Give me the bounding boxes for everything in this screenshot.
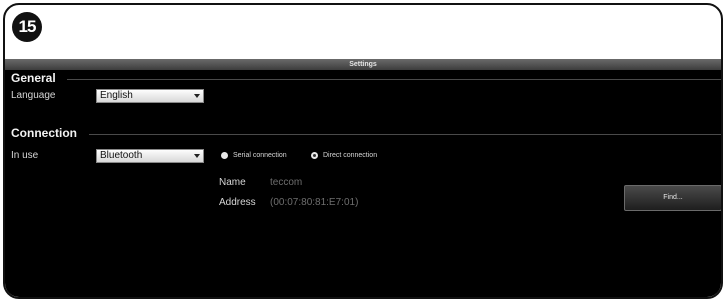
in-use-label: In use — [11, 150, 39, 161]
step-number-badge: 15 — [12, 12, 42, 42]
in-use-select-value: Bluetooth — [100, 150, 143, 161]
device-name-value: teccom — [270, 177, 303, 188]
find-button[interactable]: Find... — [624, 185, 721, 211]
language-select[interactable]: English — [96, 89, 204, 103]
radio-serial-label: Serial connection — [233, 152, 287, 159]
window-titlebar: Settings — [5, 59, 721, 70]
chevron-down-icon — [194, 154, 200, 158]
settings-window: Settings General Language English Connec… — [5, 59, 721, 297]
radio-checked-icon — [311, 152, 318, 159]
general-section-divider — [67, 79, 721, 80]
radio-direct-connection[interactable]: Direct connection — [311, 152, 377, 159]
chevron-down-icon — [194, 94, 200, 98]
radio-serial-connection[interactable]: Serial connection — [221, 152, 287, 159]
in-use-select[interactable]: Bluetooth — [96, 149, 204, 163]
figure-frame: 15 Settings General Language English Con… — [3, 3, 723, 299]
connection-section-divider — [89, 134, 721, 135]
device-address-label: Address — [219, 197, 256, 208]
general-section-title: General — [11, 71, 56, 85]
language-label: Language — [11, 90, 56, 101]
radio-direct-label: Direct connection — [323, 152, 378, 159]
radio-unchecked-icon — [221, 152, 228, 159]
device-name-label: Name — [219, 177, 246, 188]
connection-section-title: Connection — [11, 126, 77, 140]
language-select-value: English — [100, 90, 133, 101]
device-address-value: (00:07:80:81:E7:01) — [270, 197, 359, 208]
